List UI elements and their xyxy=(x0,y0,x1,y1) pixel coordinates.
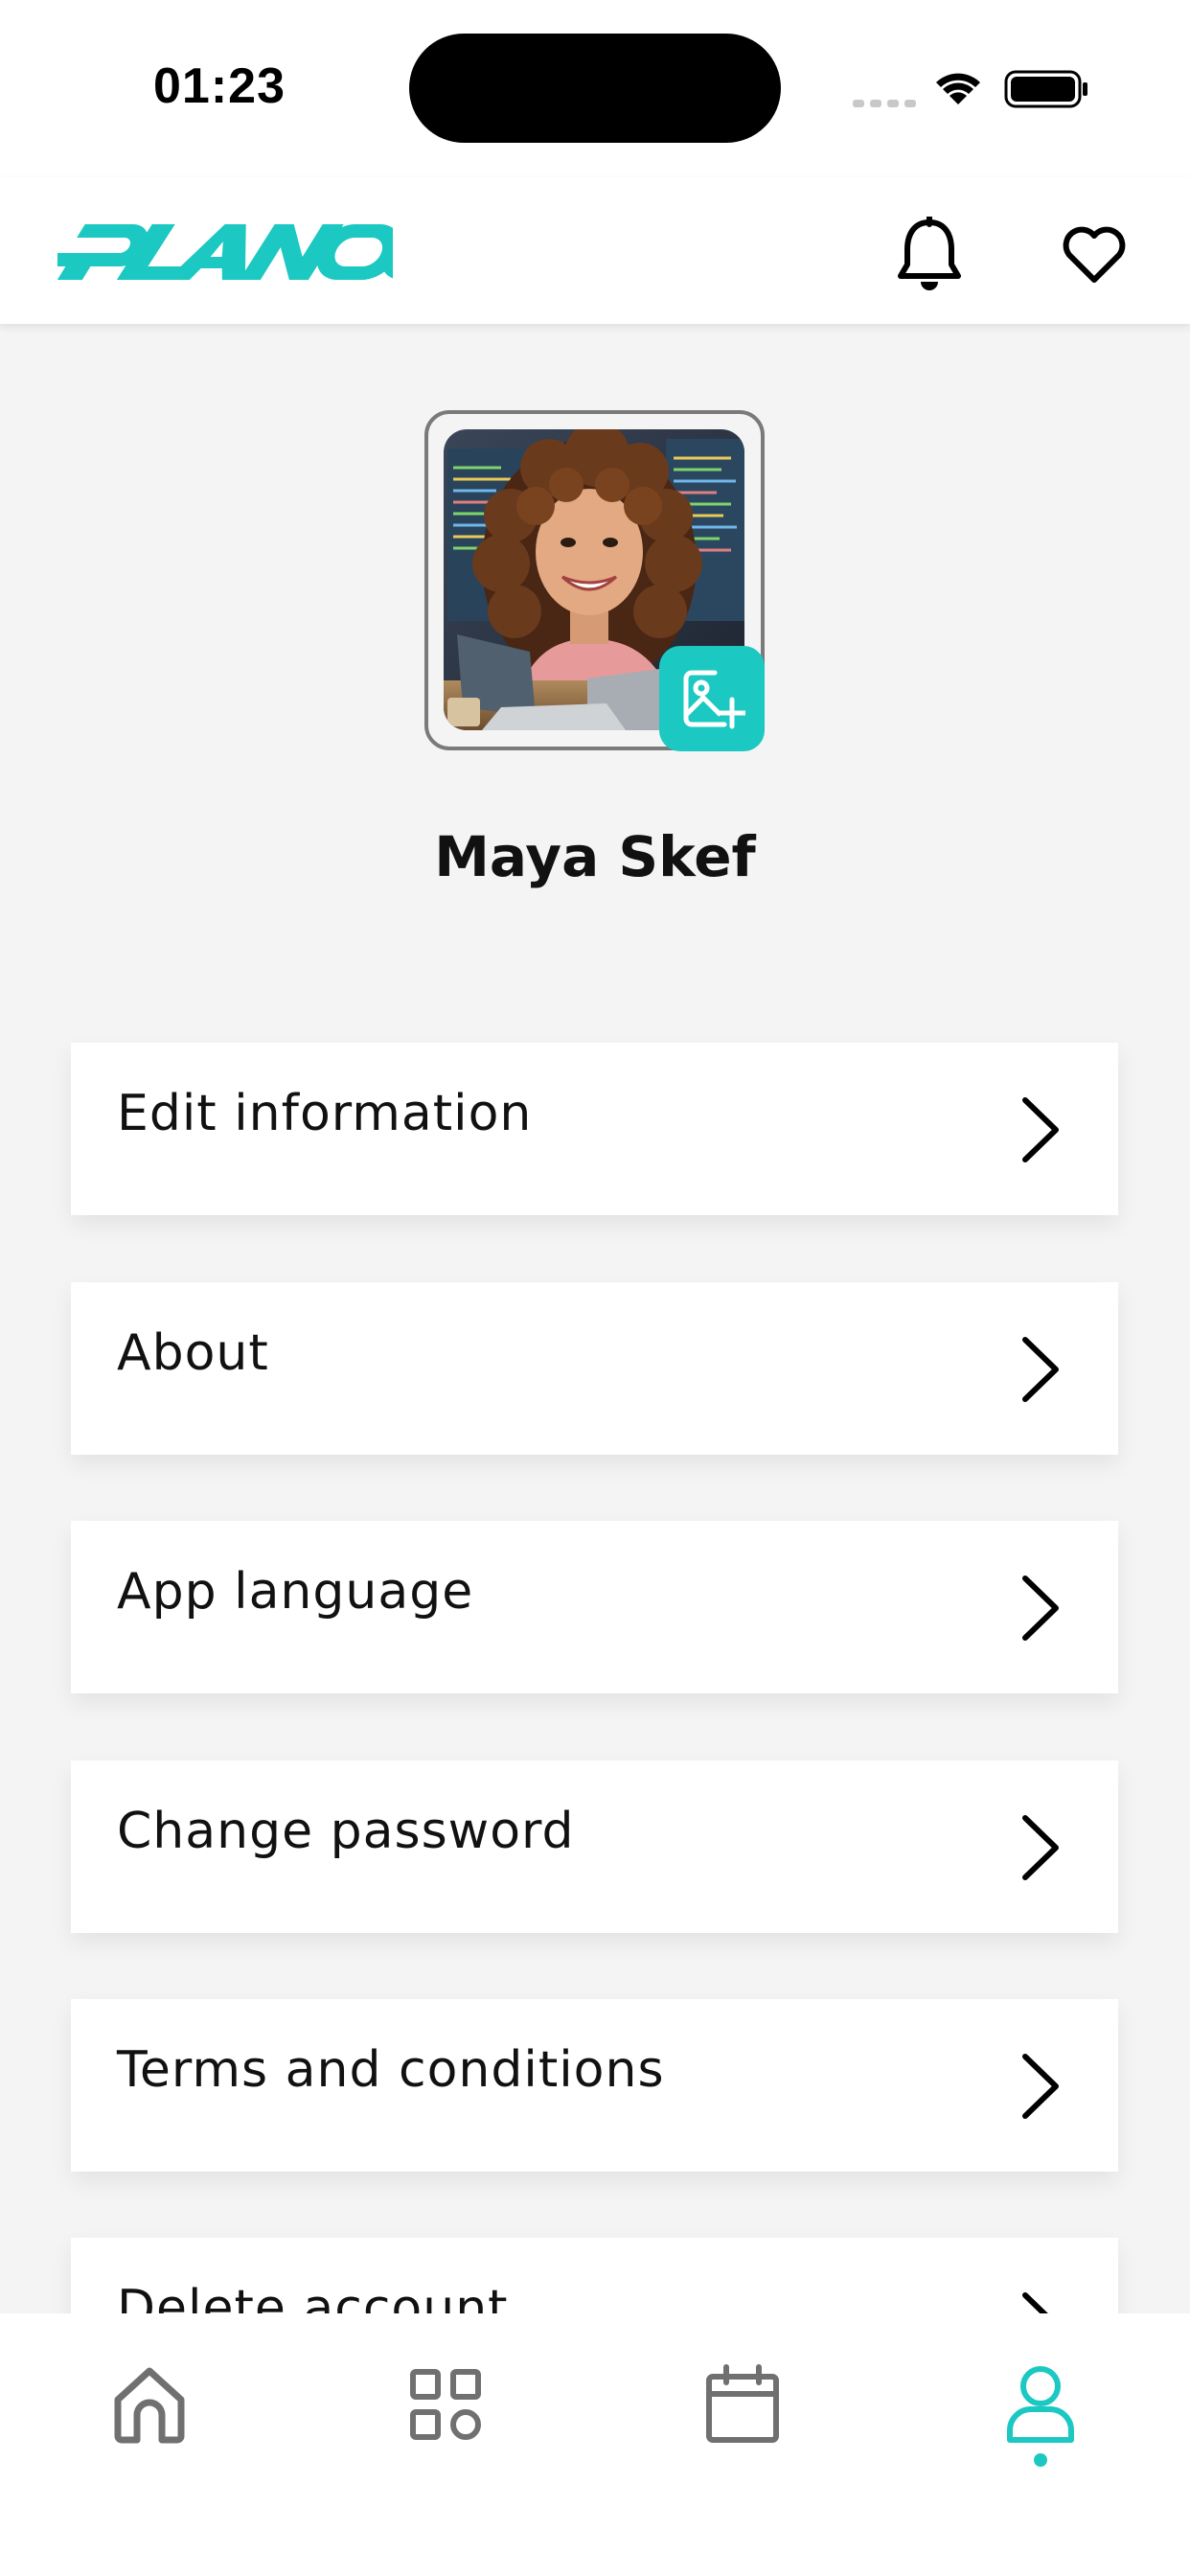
cellular-signal-icon xyxy=(853,100,916,107)
menu-item-app-language[interactable]: App language xyxy=(71,1521,1118,1693)
menu-item-label: About xyxy=(117,1324,269,1382)
image-plus-icon xyxy=(683,670,745,729)
menu-item-change-password[interactable]: Change password xyxy=(71,1760,1118,1933)
nav-calendar[interactable] xyxy=(690,2352,795,2457)
notifications-button[interactable] xyxy=(886,212,973,298)
planoo-logo xyxy=(46,220,465,288)
menu-item-terms-and-conditions[interactable]: Terms and conditions xyxy=(71,1999,1118,2172)
grid-icon xyxy=(410,2369,481,2440)
menu-item-label: Edit information xyxy=(117,1085,533,1142)
status-icons xyxy=(848,63,1097,111)
home-icon xyxy=(114,2367,185,2444)
status-time: 01:23 xyxy=(153,58,286,114)
chevron-right-icon xyxy=(1022,1097,1059,1162)
nav-profile[interactable] xyxy=(988,2352,1093,2457)
nav-categories[interactable] xyxy=(393,2352,498,2457)
calendar-icon xyxy=(706,2364,779,2443)
menu-item-label: App language xyxy=(117,1563,474,1621)
chevron-right-icon xyxy=(1022,1576,1059,1641)
heart-icon xyxy=(1063,226,1126,283)
menu-item-about[interactable]: About xyxy=(71,1282,1118,1455)
active-tab-indicator xyxy=(1034,2453,1047,2467)
app-header xyxy=(0,177,1190,325)
favorites-button[interactable] xyxy=(1051,212,1137,298)
status-bar: 01:23 xyxy=(0,0,1190,177)
profile-name: Maya Skef xyxy=(434,824,756,889)
nav-home[interactable] xyxy=(97,2352,202,2457)
profile-icon xyxy=(1007,2366,1074,2443)
battery-icon xyxy=(1004,70,1087,108)
dynamic-island xyxy=(409,34,781,143)
menu-item-edit-information[interactable]: Edit information xyxy=(71,1043,1118,1215)
change-photo-button[interactable] xyxy=(659,646,765,751)
chevron-right-icon xyxy=(1022,1337,1059,1402)
chevron-right-icon xyxy=(1022,1815,1059,1880)
bell-icon xyxy=(898,217,961,290)
menu-item-label: Change password xyxy=(117,1803,575,1860)
wifi-icon xyxy=(936,73,980,104)
menu-item-label: Terms and conditions xyxy=(117,2041,665,2099)
bottom-nav xyxy=(0,2313,1190,2576)
chevron-right-icon xyxy=(1022,2054,1059,2119)
